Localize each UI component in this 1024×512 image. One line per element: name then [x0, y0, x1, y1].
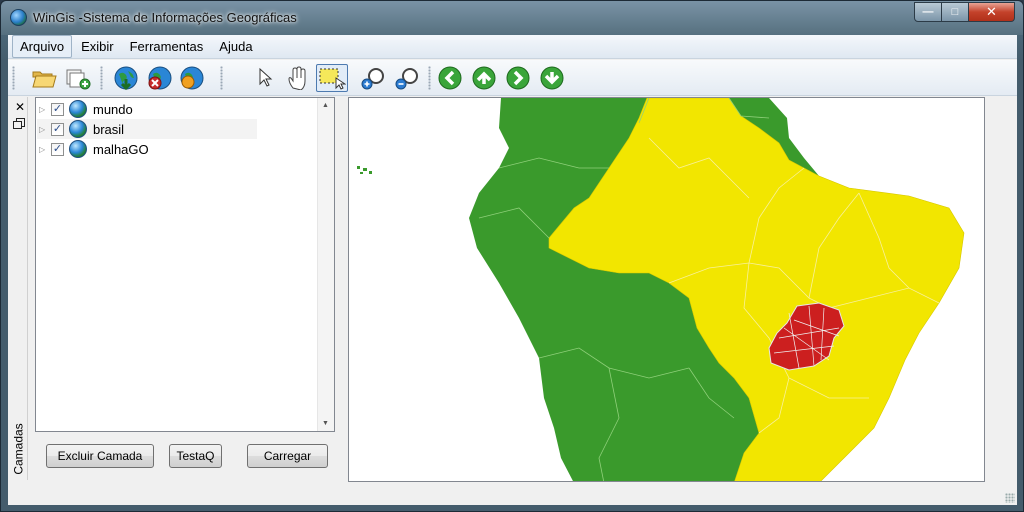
- layers-dock: ✕ Camadas ▷ ✓ mundo ▷ ✓ brasil ▷ ✓ malha…: [8, 97, 342, 480]
- menu-bar: Arquivo Exibir Ferramentas Ajuda: [8, 35, 1017, 59]
- expand-arrow-icon[interactable]: ▷: [39, 105, 49, 114]
- pan-hand-icon: [288, 66, 306, 90]
- layer-checkbox[interactable]: ✓: [51, 142, 64, 156]
- minimize-button[interactable]: —: [914, 2, 942, 22]
- dock-title-bar: ✕ Camadas: [8, 97, 28, 480]
- client-area: Arquivo Exibir Ferramentas Ajuda ✕ Camad…: [8, 35, 1017, 505]
- pointer-arrow-icon: [259, 67, 273, 87]
- layer-tree[interactable]: ▷ ✓ mundo ▷ ✓ brasil ▷ ✓ malhaGO ▲ ▼: [35, 97, 335, 432]
- menu-ferramentas[interactable]: Ferramentas: [123, 36, 211, 57]
- pan-right-button[interactable]: [502, 64, 534, 92]
- layer-item-mundo[interactable]: ▷ ✓ mundo: [37, 99, 257, 119]
- menu-exibir[interactable]: Exibir: [74, 36, 121, 57]
- dock-close-icon[interactable]: ✕: [15, 100, 25, 114]
- layer-item-brasil[interactable]: ▷ ✓ brasil: [37, 119, 257, 139]
- select-rectangle-button[interactable]: [316, 64, 348, 92]
- globe-refresh-button[interactable]: [176, 64, 208, 92]
- expand-arrow-icon[interactable]: ▷: [39, 145, 49, 154]
- pan-left-button[interactable]: [434, 64, 466, 92]
- globe-remove-button[interactable]: [144, 64, 176, 92]
- globe-refresh-icon: [180, 66, 204, 90]
- pointer-button[interactable]: [248, 64, 280, 92]
- delete-layer-button[interactable]: Excluir Camada: [46, 444, 154, 468]
- testaq-button[interactable]: TestaQ: [169, 444, 222, 468]
- scroll-down-icon[interactable]: ▼: [322, 420, 329, 427]
- pan-down-button[interactable]: [536, 64, 568, 92]
- layer-label: malhaGO: [93, 141, 149, 157]
- toolbar-grip[interactable]: [12, 66, 15, 90]
- pan-up-button[interactable]: [468, 64, 500, 92]
- dock-title: Camadas: [12, 423, 27, 475]
- expand-arrow-icon[interactable]: ▷: [39, 125, 49, 134]
- menu-arquivo[interactable]: Arquivo: [12, 35, 73, 58]
- menu-ajuda[interactable]: Ajuda: [212, 36, 259, 57]
- layer-label: brasil: [93, 121, 125, 137]
- dock-float-icon[interactable]: [13, 118, 25, 129]
- minimize-icon: —: [922, 6, 934, 18]
- layer-label: mundo: [93, 101, 133, 117]
- pan-down-icon: [540, 66, 564, 90]
- pan-hand-button[interactable]: [282, 64, 314, 92]
- layer-checkbox[interactable]: ✓: [51, 122, 64, 136]
- toolbar: [8, 60, 1017, 96]
- globe-download-button[interactable]: [110, 64, 142, 92]
- app-globe-icon: [10, 9, 27, 26]
- resize-grip-icon[interactable]: [1005, 493, 1015, 503]
- layer-item-malhago[interactable]: ▷ ✓ malhaGO: [37, 139, 257, 159]
- select-rectangle-icon: [319, 68, 346, 90]
- toolbar-separator: [428, 66, 431, 90]
- layer-checkbox[interactable]: ✓: [51, 102, 64, 116]
- globe-icon: [69, 140, 87, 158]
- globe-icon: [69, 120, 87, 138]
- load-button[interactable]: Carregar: [247, 444, 328, 468]
- map-canvas[interactable]: [348, 97, 985, 482]
- title-bar[interactable]: WinGis -Sistema de Informações Geográfic…: [1, 1, 1023, 35]
- toolbar-separator: [220, 66, 223, 90]
- scroll-up-icon[interactable]: ▲: [322, 102, 329, 109]
- pan-right-icon: [506, 66, 530, 90]
- pan-left-icon: [438, 66, 462, 90]
- globe-remove-icon: [148, 66, 172, 90]
- globe-icon: [69, 100, 87, 118]
- status-bar: [8, 483, 1017, 505]
- close-button[interactable]: ✕: [969, 2, 1015, 22]
- toolbar-separator: [100, 66, 103, 90]
- add-layer-icon: [66, 69, 91, 90]
- app-window: WinGis -Sistema de Informações Geográfic…: [0, 0, 1024, 512]
- zoom-out-icon: [395, 68, 418, 90]
- galapagos-islands: [357, 166, 372, 174]
- maximize-button[interactable]: □: [942, 2, 969, 22]
- zoom-in-button[interactable]: [358, 64, 390, 92]
- map-drawing: [357, 98, 965, 481]
- maximize-icon: □: [951, 6, 959, 18]
- open-folder-button[interactable]: [28, 64, 60, 92]
- zoom-in-icon: [361, 68, 384, 90]
- layer-tree-scrollbar[interactable]: ▲ ▼: [317, 98, 334, 431]
- window-title: WinGis -Sistema de Informações Geográfic…: [33, 10, 297, 25]
- add-layer-button[interactable]: [62, 64, 94, 92]
- zoom-out-button[interactable]: [392, 64, 424, 92]
- globe-download-icon: [114, 66, 138, 91]
- pan-up-icon: [472, 66, 496, 90]
- close-icon: ✕: [986, 4, 997, 19]
- open-folder-icon: [32, 71, 57, 88]
